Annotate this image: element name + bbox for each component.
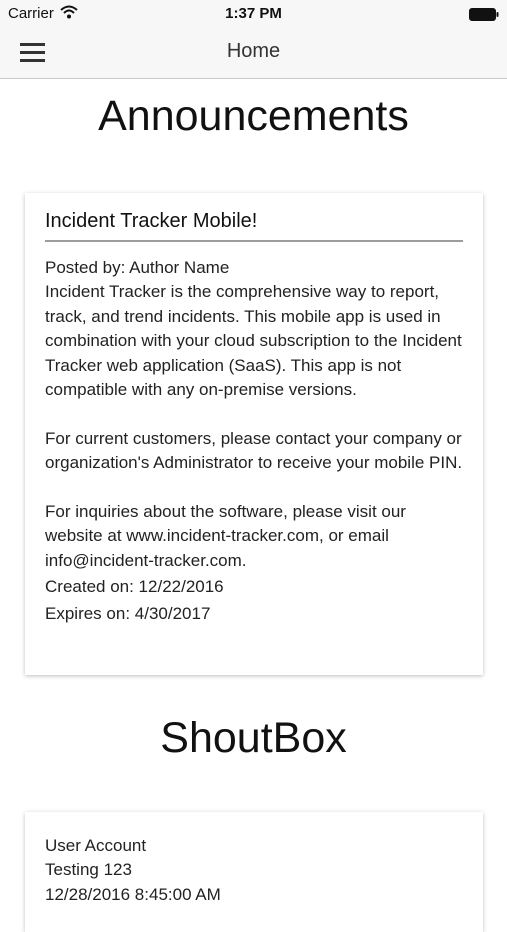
battery-icon (469, 8, 499, 26)
status-time: 1:37 PM (225, 5, 282, 22)
announcement-card: Incident Tracker Mobile! Posted by: Auth… (25, 193, 483, 675)
announcement-paragraph: For current customers, please contact yo… (45, 428, 463, 473)
shout-timestamp: 12/28/2016 8:45:00 AM (45, 884, 221, 904)
expires-on: Expires on: 4/30/2017 (45, 604, 211, 624)
nav-title: Home (226, 40, 281, 62)
shoutbox-heading: ShoutBox (160, 714, 347, 762)
created-on: Created on: 12/22/2016 (45, 577, 224, 597)
shout-message: Testing 123 (45, 860, 132, 880)
announcement-paragraph: Incident Tracker is the comprehensive wa… (45, 282, 462, 400)
shoutbox-entry: User Account Testing 123 12/28/2016 8:45… (25, 812, 483, 932)
navigation-bar: Home (0, 28, 507, 79)
posted-by: Posted by: Author Name (45, 258, 230, 277)
announcements-heading: Announcements (98, 92, 409, 140)
announcement-paragraph: For inquiries about the software, please… (45, 502, 406, 570)
shout-user: User Account (45, 836, 147, 855)
status-bar: Carrier 1:37 PM (0, 0, 507, 28)
announcement-title: Incident Tracker Mobile! (45, 210, 463, 242)
